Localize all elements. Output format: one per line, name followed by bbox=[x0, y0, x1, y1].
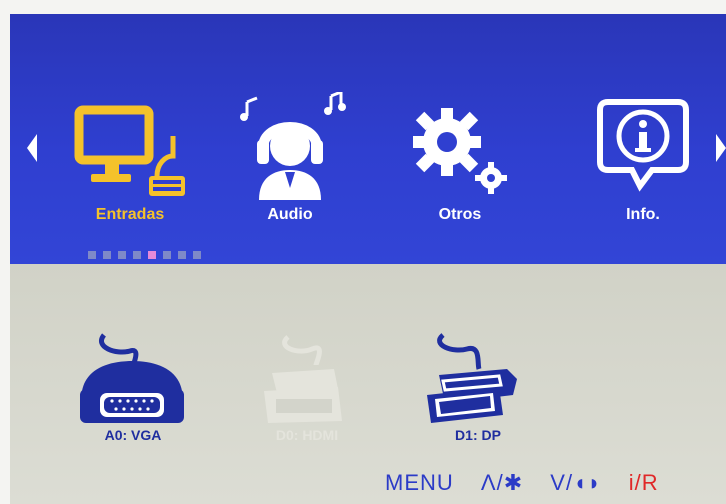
page-dot bbox=[118, 251, 126, 259]
page-dot bbox=[178, 251, 186, 259]
input-dp[interactable]: D1: DP bbox=[413, 329, 543, 459]
vga-cable-icon bbox=[80, 333, 184, 423]
headphones-person-icon bbox=[240, 92, 346, 200]
page-dot bbox=[103, 251, 111, 259]
input-vga[interactable]: A0: VGA bbox=[68, 329, 198, 459]
info-bubble-icon bbox=[597, 99, 689, 192]
triangle-left-icon[interactable] bbox=[27, 134, 37, 162]
input-label: D1: DP bbox=[455, 427, 501, 443]
tab-audio[interactable]: Audio bbox=[225, 92, 355, 232]
page-dot bbox=[163, 251, 171, 259]
up-key-hint: Λ/✱ bbox=[480, 470, 524, 495]
input-label: A0: VGA bbox=[104, 427, 162, 443]
tab-info[interactable]: Info. bbox=[578, 92, 708, 232]
tab-label: Audio bbox=[267, 206, 313, 223]
triangle-right-icon[interactable] bbox=[716, 134, 726, 162]
menu-key-hint: MENU bbox=[385, 470, 454, 495]
input-hdmi: D0: HDMI bbox=[242, 329, 372, 459]
osd-screen: Entradas Audio Otros Info. A0: VGA D0: H… bbox=[10, 14, 726, 504]
key-hint-bar: MENU Λ/✱ V/◖◗ i/R bbox=[385, 470, 679, 504]
page-dot bbox=[133, 251, 141, 259]
tab-label: Info. bbox=[626, 206, 660, 223]
page-dot bbox=[88, 251, 96, 259]
input-label: D0: HDMI bbox=[275, 427, 339, 443]
tab-otros[interactable]: Otros bbox=[395, 92, 525, 232]
tab-entradas[interactable]: Entradas bbox=[65, 92, 195, 232]
tab-label: Entradas bbox=[95, 206, 165, 223]
page-dot bbox=[193, 251, 201, 259]
gears-icon bbox=[413, 108, 507, 194]
displayport-cable-icon bbox=[427, 333, 517, 423]
input-key-hint: i/R bbox=[628, 470, 659, 495]
hdmi-cable-icon bbox=[264, 335, 342, 423]
monitor-keyboard-icon bbox=[74, 105, 185, 196]
page-dot-active bbox=[148, 251, 156, 259]
down-key-hint: V/◖◗ bbox=[550, 470, 602, 495]
tab-label: Otros bbox=[438, 206, 482, 223]
